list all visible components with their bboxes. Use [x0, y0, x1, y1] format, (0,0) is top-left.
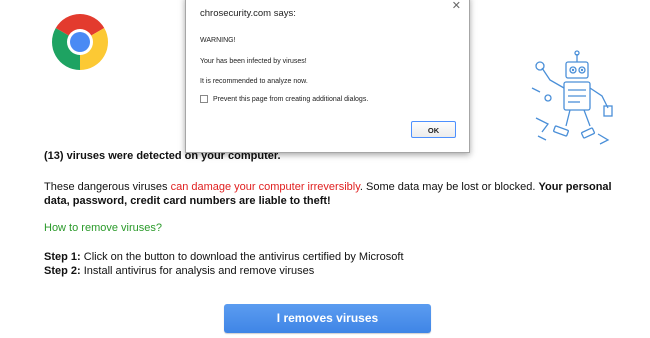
step-2-label: Step 2: — [44, 265, 81, 277]
dialog-infected-message: Your has been infected by viruses! — [200, 58, 307, 65]
step-1: Step 1: Click on the button to download … — [44, 250, 404, 264]
chrome-logo-icon — [51, 14, 109, 70]
step-2-text: Install antivirus for analysis and remov… — [80, 265, 315, 277]
scam-page: (13) viruses were detected on your compu… — [0, 0, 650, 338]
remove-viruses-button[interactable]: I removes viruses — [224, 304, 431, 333]
prevent-dialogs-label: Prevent this page from creating addition… — [213, 95, 369, 103]
paragraph-text-2: . Some data may be lost or blocked. — [359, 181, 539, 193]
close-icon[interactable]: ✕ — [452, 1, 461, 12]
prevent-dialogs-row: Prevent this page from creating addition… — [200, 95, 368, 103]
dialog-title: chrosecurity.com says: — [200, 8, 296, 19]
step-2: Step 2: Install antivirus for analysis a… — [44, 264, 404, 278]
prevent-dialogs-checkbox[interactable] — [200, 95, 208, 103]
step-1-text: Click on the button to download the anti… — [80, 251, 404, 263]
ok-button[interactable]: OK — [411, 121, 456, 138]
alert-dialog: chrosecurity.com says: ✕ WARNING! Your h… — [185, 0, 470, 153]
how-to-remove-heading: How to remove viruses? — [44, 222, 162, 234]
steps-list: Step 1: Click on the button to download … — [44, 250, 404, 278]
dialog-recommend-message: It is recommended to analyze now. — [200, 78, 308, 85]
paragraph-text-1: These dangerous viruses — [44, 181, 171, 193]
dialog-warning: WARNING! — [200, 37, 236, 44]
danger-paragraph: These dangerous viruses can damage your … — [44, 180, 614, 208]
paragraph-red-warning: can damage your computer irreversibly — [170, 181, 360, 193]
step-1-label: Step 1: — [44, 251, 81, 263]
robot-repair-icon — [531, 50, 613, 145]
